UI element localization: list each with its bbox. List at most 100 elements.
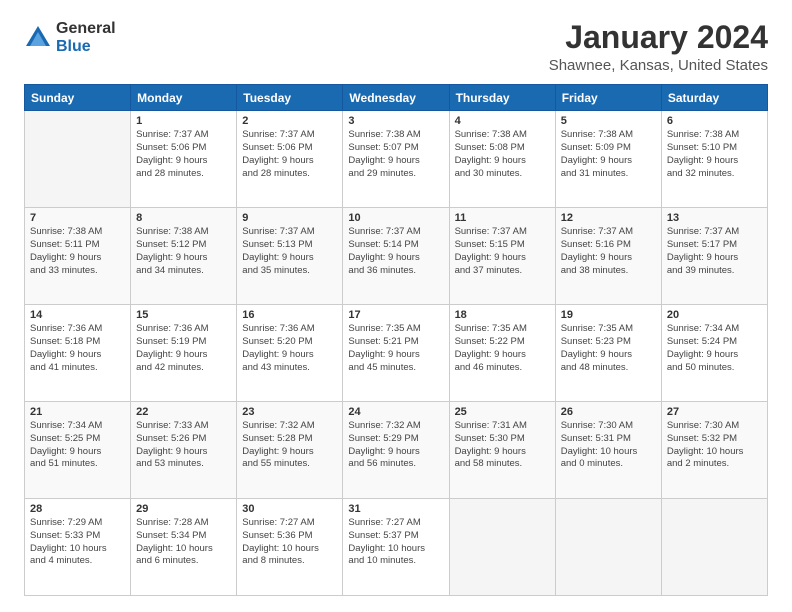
main-title: January 2024: [549, 20, 768, 55]
day-cell: 21Sunrise: 7:34 AMSunset: 5:25 PMDayligh…: [25, 402, 131, 499]
day-cell: [25, 111, 131, 208]
day-cell: 6Sunrise: 7:38 AMSunset: 5:10 PMDaylight…: [661, 111, 767, 208]
day-number: 5: [561, 115, 656, 127]
day-cell: 22 Sunrise: 7:33 AMSunset: 5:26 PMDayligh…: [131, 402, 237, 499]
day-cell: 2Sunrise: 7:37 AMSunset: 5:06 PMDaylight…: [237, 111, 343, 208]
day-info: Sunrise: 7:33 AMSunset: 5:26 PMDaylight:…: [136, 420, 231, 471]
day-info: Sunrise: 7:35 AMSunset: 5:23 PMDaylight:…: [561, 323, 656, 374]
day-info: Sunrise: 7:34 AMSunset: 5:24 PMDaylight:…: [667, 323, 762, 374]
day-number: 12: [561, 212, 656, 224]
logo-text: General Blue: [56, 20, 116, 55]
day-cell: 4 Sunrise: 7:38 AMSunset: 5:08 PMDaylight…: [449, 111, 555, 208]
header-cell-thursday: Thursday: [449, 85, 555, 111]
day-number: 27: [667, 406, 762, 418]
week-row-3: 21Sunrise: 7:34 AMSunset: 5:25 PMDayligh…: [25, 402, 768, 499]
day-cell: 13Sunrise: 7:37 AMSunset: 5:17 PMDayligh…: [661, 208, 767, 305]
day-info: Sunrise: 7:37 AMSunset: 5:15 PMDaylight:…: [455, 226, 550, 277]
subtitle: Shawnee, Kansas, United States: [549, 57, 768, 74]
day-number: 18: [455, 309, 550, 321]
day-cell: 23Sunrise: 7:32 AMSunset: 5:28 PMDayligh…: [237, 402, 343, 499]
day-number: 1: [136, 115, 231, 127]
day-info: Sunrise: 7:37 AMSunset: 5:06 PMDaylight:…: [136, 129, 231, 180]
header-cell-saturday: Saturday: [661, 85, 767, 111]
day-cell: 24 Sunrise: 7:32 AMSunset: 5:29 PMDayligh…: [343, 402, 449, 499]
day-number: 24: [348, 406, 443, 418]
day-number: 10: [348, 212, 443, 224]
day-cell: 8 Sunrise: 7:38 AMSunset: 5:12 PMDaylight…: [131, 208, 237, 305]
week-row-1: 7 Sunrise: 7:38 AMSunset: 5:11 PMDaylight…: [25, 208, 768, 305]
header-cell-tuesday: Tuesday: [237, 85, 343, 111]
header-cell-wednesday: Wednesday: [343, 85, 449, 111]
day-number: 16: [242, 309, 337, 321]
day-info: Sunrise: 7:37 AMSunset: 5:06 PMDaylight:…: [242, 129, 337, 180]
page: General Blue January 2024 Shawnee, Kansa…: [0, 0, 792, 612]
week-row-4: 28Sunrise: 7:29 AMSunset: 5:33 PMDayligh…: [25, 499, 768, 596]
day-cell: 16Sunrise: 7:36 AMSunset: 5:20 PMDayligh…: [237, 305, 343, 402]
day-number: 8: [136, 212, 231, 224]
day-number: 17: [348, 309, 443, 321]
day-number: 19: [561, 309, 656, 321]
day-cell: 27 Sunrise: 7:30 AMSunset: 5:32 PMDayligh…: [661, 402, 767, 499]
day-number: 22: [136, 406, 231, 418]
logo: General Blue: [24, 20, 116, 55]
day-number: 28: [30, 503, 125, 515]
day-cell: 26 Sunrise: 7:30 AMSunset: 5:31 PMDayligh…: [555, 402, 661, 499]
day-cell: 17 Sunrise: 7:35 AMSunset: 5:21 PMDayligh…: [343, 305, 449, 402]
day-cell: 31 Sunrise: 7:27 AMSunset: 5:37 PMDayligh…: [343, 499, 449, 596]
logo-icon: [24, 24, 52, 52]
day-cell: 15Sunrise: 7:36 AMSunset: 5:19 PMDayligh…: [131, 305, 237, 402]
calendar-body: 1 Sunrise: 7:37 AMSunset: 5:06 PMDaylight…: [25, 111, 768, 596]
day-number: 25: [455, 406, 550, 418]
day-info: Sunrise: 7:37 AMSunset: 5:13 PMDaylight:…: [242, 226, 337, 277]
day-info: Sunrise: 7:35 AMSunset: 5:21 PMDaylight:…: [348, 323, 443, 374]
header-cell-sunday: Sunday: [25, 85, 131, 111]
day-number: 14: [30, 309, 125, 321]
day-info: Sunrise: 7:37 AMSunset: 5:14 PMDaylight:…: [348, 226, 443, 277]
day-cell: 30Sunrise: 7:27 AMSunset: 5:36 PMDayligh…: [237, 499, 343, 596]
day-info: Sunrise: 7:35 AMSunset: 5:22 PMDaylight:…: [455, 323, 550, 374]
day-cell: 28Sunrise: 7:29 AMSunset: 5:33 PMDayligh…: [25, 499, 131, 596]
day-info: Sunrise: 7:31 AMSunset: 5:30 PMDaylight:…: [455, 420, 550, 471]
day-number: 31: [348, 503, 443, 515]
day-cell: 11Sunrise: 7:37 AMSunset: 5:15 PMDayligh…: [449, 208, 555, 305]
day-info: Sunrise: 7:38 AMSunset: 5:07 PMDaylight:…: [348, 129, 443, 180]
header: General Blue January 2024 Shawnee, Kansa…: [24, 20, 768, 74]
day-info: Sunrise: 7:30 AMSunset: 5:32 PMDaylight:…: [667, 420, 762, 471]
day-cell: [449, 499, 555, 596]
day-cell: [661, 499, 767, 596]
day-cell: 1 Sunrise: 7:37 AMSunset: 5:06 PMDaylight…: [131, 111, 237, 208]
day-cell: 14 Sunrise: 7:36 AMSunset: 5:18 PMDayligh…: [25, 305, 131, 402]
day-number: 29: [136, 503, 231, 515]
day-cell: 3 Sunrise: 7:38 AMSunset: 5:07 PMDaylight…: [343, 111, 449, 208]
day-cell: 5 Sunrise: 7:38 AMSunset: 5:09 PMDaylight…: [555, 111, 661, 208]
day-info: Sunrise: 7:37 AMSunset: 5:17 PMDaylight:…: [667, 226, 762, 277]
header-cell-friday: Friday: [555, 85, 661, 111]
day-info: Sunrise: 7:38 AMSunset: 5:08 PMDaylight:…: [455, 129, 550, 180]
day-number: 15: [136, 309, 231, 321]
day-info: Sunrise: 7:38 AMSunset: 5:12 PMDaylight:…: [136, 226, 231, 277]
day-info: Sunrise: 7:38 AMSunset: 5:11 PMDaylight:…: [30, 226, 125, 277]
day-cell: 10 Sunrise: 7:37 AMSunset: 5:14 PMDayligh…: [343, 208, 449, 305]
calendar-table: SundayMondayTuesdayWednesdayThursdayFrid…: [24, 84, 768, 596]
day-number: 4: [455, 115, 550, 127]
day-cell: 9 Sunrise: 7:37 AMSunset: 5:13 PMDaylight…: [237, 208, 343, 305]
day-info: Sunrise: 7:30 AMSunset: 5:31 PMDaylight:…: [561, 420, 656, 471]
day-cell: 18 Sunrise: 7:35 AMSunset: 5:22 PMDayligh…: [449, 305, 555, 402]
day-info: Sunrise: 7:36 AMSunset: 5:18 PMDaylight:…: [30, 323, 125, 374]
day-cell: 25 Sunrise: 7:31 AMSunset: 5:30 PMDayligh…: [449, 402, 555, 499]
day-cell: 19 Sunrise: 7:35 AMSunset: 5:23 PMDayligh…: [555, 305, 661, 402]
day-info: Sunrise: 7:32 AMSunset: 5:29 PMDaylight:…: [348, 420, 443, 471]
day-number: 9: [242, 212, 337, 224]
day-number: 30: [242, 503, 337, 515]
day-info: Sunrise: 7:27 AMSunset: 5:37 PMDaylight:…: [348, 517, 443, 568]
day-number: 23: [242, 406, 337, 418]
day-info: Sunrise: 7:38 AMSunset: 5:10 PMDaylight:…: [667, 129, 762, 180]
week-row-2: 14 Sunrise: 7:36 AMSunset: 5:18 PMDayligh…: [25, 305, 768, 402]
day-number: 3: [348, 115, 443, 127]
day-number: 26: [561, 406, 656, 418]
logo-blue: Blue: [56, 38, 116, 56]
day-cell: 29Sunrise: 7:28 AMSunset: 5:34 PMDayligh…: [131, 499, 237, 596]
day-info: Sunrise: 7:38 AMSunset: 5:09 PMDaylight:…: [561, 129, 656, 180]
day-cell: [555, 499, 661, 596]
day-number: 7: [30, 212, 125, 224]
